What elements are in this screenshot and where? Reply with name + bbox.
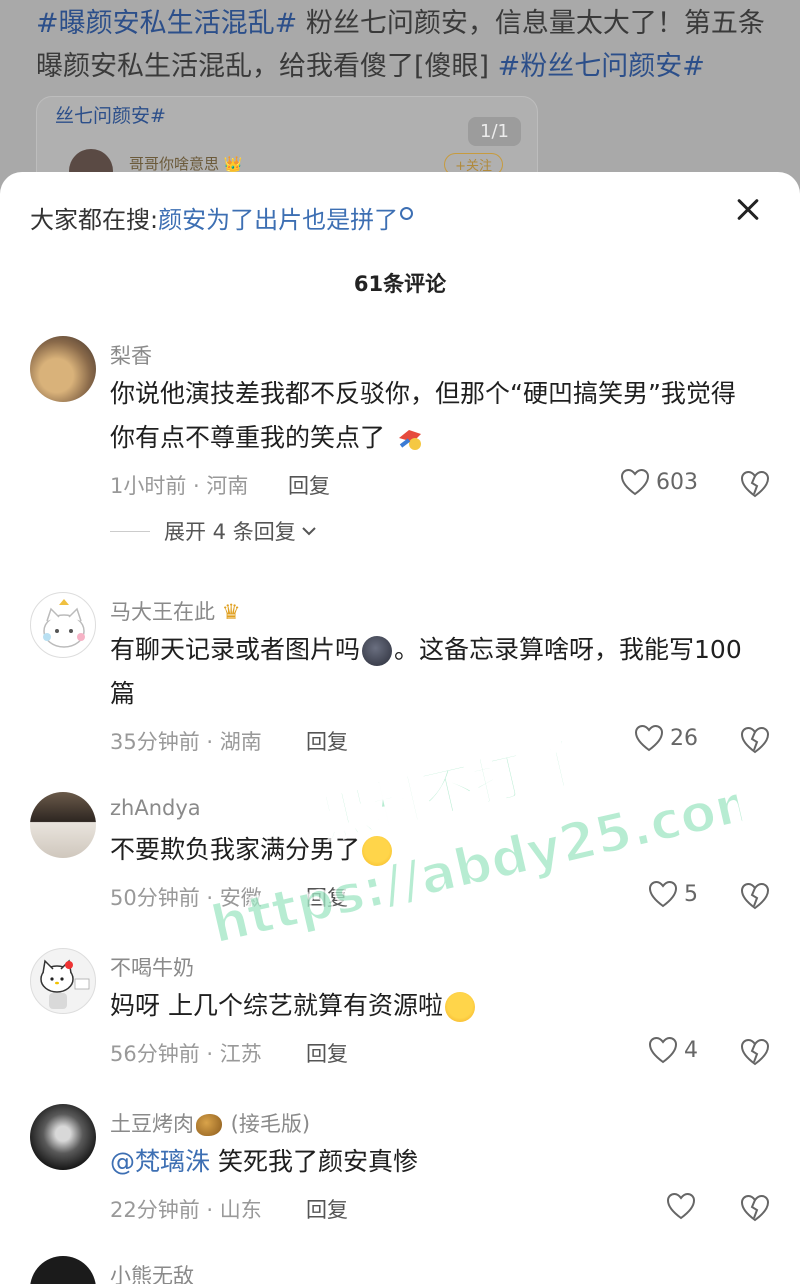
reply-button[interactable]: 回复: [288, 470, 330, 500]
heart-icon: [634, 724, 664, 752]
close-button[interactable]: [730, 192, 766, 228]
reply-button[interactable]: 回复: [306, 1194, 348, 1224]
username-text: 土豆烤肉: [110, 1112, 194, 1136]
username[interactable]: zhAndya: [110, 796, 201, 820]
divider: [110, 530, 150, 532]
heart-icon: [648, 1036, 678, 1064]
heart-icon: [648, 880, 678, 908]
comment-meta: 56分钟前 · 江苏: [110, 1042, 262, 1066]
broken-heart-icon[interactable]: [740, 1038, 770, 1066]
search-prefix: 大家都在搜:: [30, 206, 159, 234]
username[interactable]: 马大王在此 ♛: [110, 596, 241, 626]
expand-replies-label: 展开 4 条回复: [164, 520, 296, 544]
comment-count: 61条评论: [353, 272, 447, 296]
avatar[interactable]: [30, 592, 96, 658]
card-username: 哥哥你啥意思 👑: [129, 155, 243, 173]
like-count: 603: [656, 469, 698, 495]
like-button[interactable]: 4: [648, 1036, 698, 1064]
post-hashtag[interactable]: #粉丝七问颜安#: [498, 51, 705, 82]
comment-body: 妈呀 上几个综艺就算有资源啦: [110, 991, 443, 1020]
search-icon: [400, 207, 414, 220]
gloomy-face-emoji: [362, 636, 393, 666]
comment-text: 不要欺负我家满分男了: [110, 828, 760, 872]
crown-icon: ♛: [221, 600, 241, 624]
broken-heart-icon[interactable]: [740, 882, 770, 910]
like-button[interactable]: 603: [620, 468, 698, 496]
comment-meta: 22分钟前 · 山东: [110, 1198, 262, 1222]
username[interactable]: 不喝牛奶: [110, 952, 194, 982]
pleading-face-emoji: [444, 992, 475, 1022]
hello-kitty-avatar-icon: [40, 959, 90, 1009]
avatar[interactable]: [30, 1104, 96, 1170]
trending-search[interactable]: 大家都在搜:颜安为了出片也是拼了: [30, 200, 414, 235]
like-button[interactable]: 5: [648, 880, 698, 908]
comment-body: 笑死我了颜安真惨: [210, 1147, 418, 1176]
chevron-down-icon: [302, 527, 316, 536]
avatar[interactable]: [30, 336, 96, 402]
avatar[interactable]: [30, 1256, 96, 1284]
crying-face-emoji: [362, 836, 393, 866]
broken-heart-icon[interactable]: [740, 1194, 770, 1222]
username[interactable]: 小熊无敌: [110, 1260, 194, 1284]
heart-icon: [666, 1192, 696, 1220]
search-keyword[interactable]: 颜安为了出片也是拼了: [158, 206, 398, 234]
expand-replies-button[interactable]: 展开 4 条回复: [110, 516, 318, 546]
like-button[interactable]: 26: [634, 724, 698, 752]
username-text: 马大王在此: [110, 600, 215, 624]
like-button[interactable]: [666, 1192, 702, 1220]
laughing-fall-emoji: [398, 430, 421, 450]
avatar[interactable]: [30, 792, 96, 858]
username[interactable]: 土豆烤肉 (接毛版): [110, 1108, 310, 1138]
reply-button[interactable]: 回复: [306, 1038, 348, 1068]
mention-link[interactable]: @梵璃洙: [110, 1147, 210, 1176]
heart-icon: [620, 468, 650, 496]
broken-heart-icon[interactable]: [740, 470, 770, 498]
image-counter: 1/1: [468, 117, 521, 146]
comment-text: 你说他演技差我都不反驳你，但那个“硬凹搞笑男”我觉得你有点不尊重我的笑点了: [110, 372, 760, 460]
comment-body: 不要欺负我家满分男了: [110, 835, 361, 864]
broken-heart-icon[interactable]: [740, 726, 770, 754]
comment-text: 妈呀 上几个综艺就算有资源啦: [110, 984, 760, 1028]
reply-button[interactable]: 回复: [306, 882, 348, 912]
comment-text: 有聊天记录或者图片吗 。这备忘录算啥呀，我能写100篇: [110, 628, 760, 716]
comment-text: @梵璃洙 笑死我了颜安真惨: [110, 1140, 760, 1184]
card-title: 丝七问颜安#: [55, 105, 166, 127]
like-count: 5: [684, 881, 698, 907]
comment-body: 有聊天记录或者图片吗: [110, 635, 361, 664]
cat-avatar-icon: [43, 599, 85, 648]
comments-sheet: 大家都在搜:颜安为了出片也是拼了 61条评论 梨香 你说他演技差我都不反驳你，但…: [0, 172, 800, 1284]
username-suffix: (接毛版): [224, 1112, 311, 1136]
background-post: #曝颜安私生活混乱# 粉丝七问颜安，信息量太大了！第五条曝颜安私生活混乱，给我看…: [0, 0, 800, 206]
comment-meta: 35分钟前 · 湖南: [110, 730, 262, 754]
post-text: #曝颜安私生活混乱# 粉丝七问颜安，信息量太大了！第五条曝颜安私生活混乱，给我看…: [36, 2, 766, 88]
reply-button[interactable]: 回复: [306, 726, 348, 756]
like-count: 26: [670, 725, 698, 751]
comment-meta: 1小时前 · 河南: [110, 474, 249, 498]
avatar[interactable]: [30, 948, 96, 1014]
like-count: 4: [684, 1037, 698, 1063]
potato-emoji: [196, 1114, 222, 1136]
username[interactable]: 梨香: [110, 340, 152, 370]
post-hashtag[interactable]: #曝颜安私生活混乱#: [36, 8, 297, 39]
comment-meta: 50分钟前 · 安徽: [110, 886, 262, 910]
